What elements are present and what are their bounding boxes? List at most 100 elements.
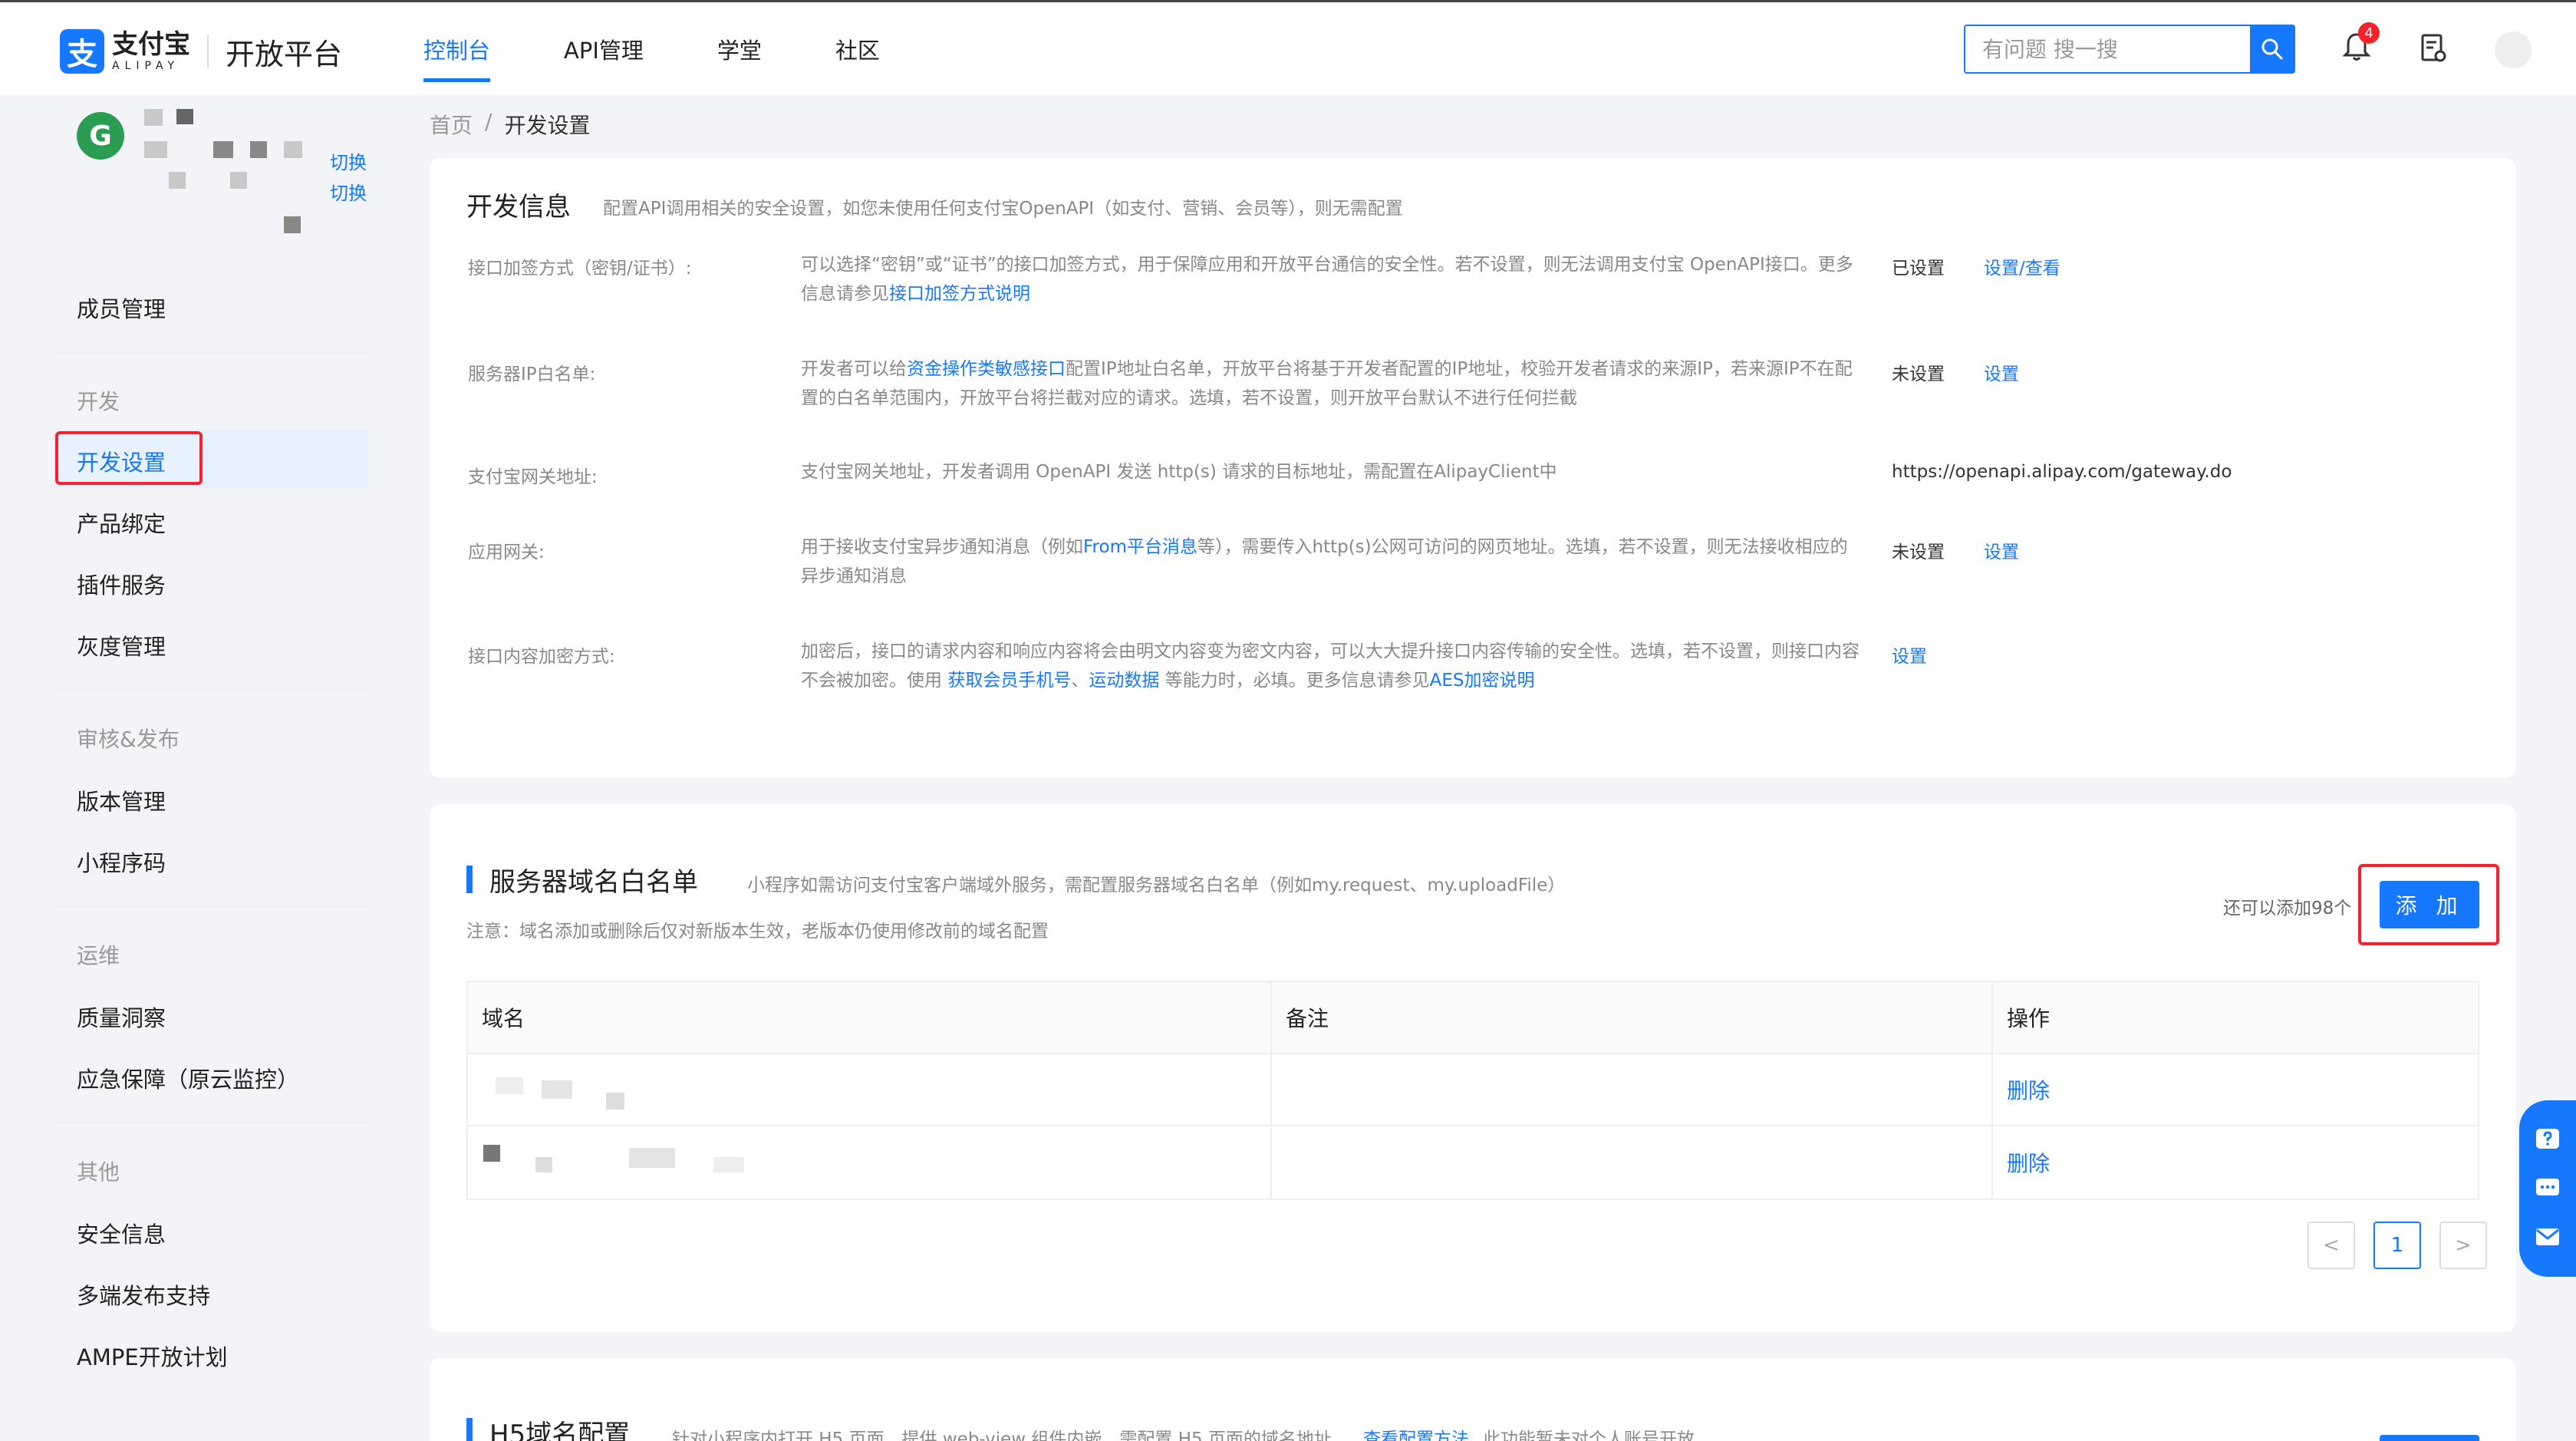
sidebar-item-members[interactable]: 成员管理 (77, 292, 166, 324)
switch-app-link[interactable]: 切换 (330, 147, 367, 174)
next-page-button[interactable]: > (2439, 1222, 2487, 1269)
feedback-button[interactable] (2532, 1222, 2563, 1252)
breadcrumb: 首页 / 开发设置 (430, 109, 590, 140)
search-icon (2261, 38, 2282, 60)
column-header-action: 操作 (2007, 1006, 2051, 1031)
sidebar-item-product-bind[interactable]: 产品绑定 (77, 506, 166, 539)
blurred-domain (713, 1157, 744, 1172)
sidebar-divider (54, 1122, 368, 1123)
sidebar-item-mini-code[interactable]: 小程序码 (77, 846, 166, 878)
sidebar-group-other: 其他 (77, 1159, 120, 1185)
notification-badge: 4 (2358, 22, 2380, 44)
sidebar-item-plugin-service[interactable]: 插件服务 (77, 568, 166, 600)
user-avatar[interactable] (2495, 31, 2532, 68)
blurred-app-id (213, 141, 233, 158)
sidebar-item-ampe[interactable]: AMPE开放计划 (77, 1340, 228, 1372)
blurred-domain (496, 1077, 523, 1094)
table-row: 删除 (468, 1126, 2478, 1199)
nav-community[interactable]: 社区 (835, 33, 880, 82)
breadcrumb-current: 开发设置 (504, 113, 591, 138)
add-domain-button[interactable]: 添 加 (2380, 881, 2479, 928)
signing-method-status: 已设置 (1892, 259, 1945, 279)
h5-config-method-link[interactable]: 查看配置方法 (1363, 1429, 1469, 1441)
row-desc-text: 开发者可以给 (801, 359, 907, 379)
sidebar-group-review: 审核&发布 (77, 727, 180, 752)
page-1-button[interactable]: 1 (2373, 1222, 2421, 1269)
pagination: < 1 > (2289, 1222, 2487, 1269)
h5-desc-text: 针对小程序内打开 H5 页面，提供 web-view 组件内嵌，需配置 H5 页… (672, 1429, 1349, 1441)
content-encrypt-action[interactable]: 设置 (1892, 641, 1927, 668)
remark-cell (1272, 1054, 1993, 1125)
dev-info-desc: 配置API调用相关的安全设置，如您未使用任何支付宝OpenAPI（如支付、营销、… (603, 199, 1403, 219)
table-header: 域名 备注 操作 (468, 982, 2478, 1054)
h5-action-button[interactable] (2380, 1435, 2479, 1441)
logo-en: ALIPAY (112, 60, 180, 72)
search-button[interactable] (2250, 26, 2294, 72)
app-gateway-label: 应用网关: (468, 542, 545, 562)
top-navigation-bar: 支 支付宝 ALIPAY 开放平台 控制台 API管理 学堂 社区 4 (0, 0, 2576, 95)
h5-config-title: H5域名配置 (489, 1420, 631, 1441)
aes-doc-link[interactable]: AES加密说明 (1430, 671, 1535, 691)
alipay-logo[interactable]: 支 支付宝 ALIPAY 开放平台 (60, 28, 342, 74)
nav-api-manage[interactable]: API管理 (564, 33, 644, 82)
breadcrumb-separator: / (485, 109, 492, 134)
remark-cell (1272, 1126, 1993, 1199)
blurred-domain (606, 1093, 624, 1110)
document-button[interactable] (2415, 30, 2452, 67)
signing-method-desc: 可以选择“密钥”或“证书”的接口加签方式，用于保障应用和开放平台通信的安全性。若… (801, 250, 1860, 308)
domain-cell (468, 1126, 1272, 1199)
chat-button[interactable] (2532, 1173, 2563, 1204)
signing-method-action[interactable]: 设置/查看 (1984, 253, 2060, 279)
domain-cell (468, 1054, 1272, 1125)
sidebar-divider (54, 351, 368, 353)
mail-icon (2536, 1228, 2559, 1246)
domain-table: 域名 备注 操作 删除 删除 (466, 981, 2479, 1200)
gateway-label: 支付宝网关地址: (468, 467, 598, 487)
document-settings-icon (2421, 34, 2446, 62)
title-accent-bar (466, 1418, 473, 1441)
gateway-url: https://openapi.alipay.com/gateway.do (1892, 462, 2232, 482)
sidebar-item-multi-publish[interactable]: 多端发布支持 (77, 1278, 210, 1311)
help-button[interactable] (2532, 1125, 2563, 1156)
blurred-app-id (169, 172, 186, 189)
sidebar-item-quality[interactable]: 质量洞察 (77, 1001, 166, 1033)
row-desc-text: 等能力时，必填。更多信息请参见 (1159, 671, 1430, 691)
sensitive-api-link[interactable]: 资金操作类敏感接口 (907, 359, 1066, 379)
sport-data-link[interactable]: 运动数据 (1089, 671, 1159, 691)
dev-info-title: 开发信息 (466, 192, 571, 223)
sidebar-item-dev-settings[interactable]: 开发设置 (77, 445, 166, 477)
app-gateway-action[interactable]: 设置 (1984, 537, 2019, 563)
blurred-domain (483, 1145, 500, 1162)
delete-link[interactable]: 删除 (1993, 1126, 2478, 1199)
member-phone-link[interactable]: 获取会员手机号 (947, 671, 1071, 691)
chat-icon (2536, 1178, 2559, 1195)
from-platform-msg-link[interactable]: From平台消息 (1083, 537, 1197, 557)
nav-console[interactable]: 控制台 (423, 33, 491, 82)
sidebar-item-gray-manage[interactable]: 灰度管理 (77, 629, 166, 661)
remaining-count: 还可以添加98个 (2223, 899, 2352, 918)
h5-desc-text: 此功能暂未对个人账号开放 (1482, 1429, 1695, 1441)
domain-whitelist-note: 注意：域名添加或删除后仅对新版本生效，老版本仍使用修改前的域名配置 (466, 922, 1049, 941)
alipay-logo-icon: 支 (60, 29, 104, 74)
signing-method-doc-link[interactable]: 接口加签方式说明 (889, 284, 1030, 304)
blurred-app-id (250, 141, 267, 158)
sidebar: G 切换 切换 成员管理 开发 开发设置 产品绑定 插件服务 灰度管理 审核&发… (54, 95, 368, 1441)
breadcrumb-home[interactable]: 首页 (430, 109, 473, 140)
ip-whitelist-desc: 开发者可以给资金操作类敏感接口配置IP地址白名单，开放平台将基于开发者配置的IP… (801, 354, 1860, 413)
sidebar-item-security-info[interactable]: 安全信息 (77, 1217, 166, 1249)
sidebar-item-emergency[interactable]: 应急保障（原云监控） (77, 1062, 299, 1094)
delete-link[interactable]: 删除 (1993, 1054, 2478, 1125)
blurred-app-id (284, 141, 302, 158)
nav-academy[interactable]: 学堂 (717, 33, 762, 82)
column-header-remark: 备注 (1272, 982, 1993, 1053)
app-logo-icon: G (77, 112, 124, 160)
h5-config-desc: 针对小程序内打开 H5 页面，提供 web-view 组件内嵌，需配置 H5 页… (672, 1424, 1695, 1441)
dev-info-card: 开发信息 配置API调用相关的安全设置，如您未使用任何支付宝OpenAPI（如支… (430, 158, 2516, 778)
content-encrypt-label: 接口内容加密方式: (468, 647, 615, 667)
sidebar-item-version-manage[interactable]: 版本管理 (77, 784, 166, 816)
ip-whitelist-action[interactable]: 设置 (1984, 359, 2019, 385)
prev-page-button[interactable]: < (2308, 1222, 2355, 1269)
sidebar-divider (54, 689, 368, 691)
search-input[interactable] (1965, 26, 2250, 72)
switch-account-link[interactable]: 切换 (330, 178, 367, 205)
